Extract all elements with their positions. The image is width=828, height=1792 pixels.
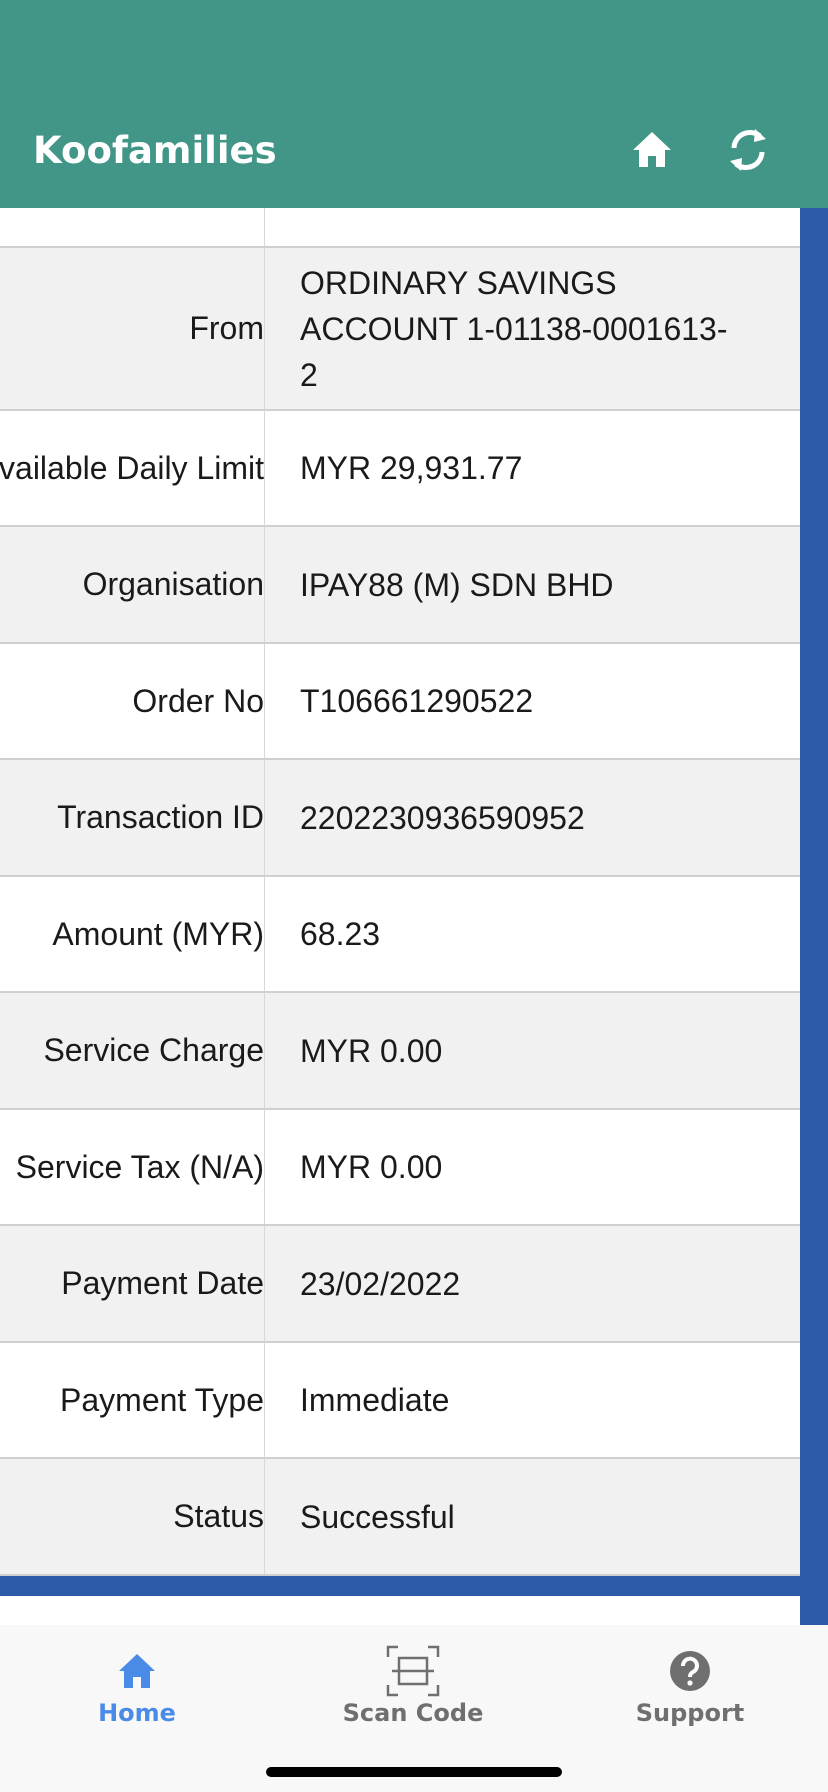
row-value: 23/02/2022 (300, 1265, 461, 1302)
row-value: Immediate (300, 1382, 450, 1418)
app-header: Koofamilies (0, 0, 828, 208)
row-value: MYR 0.00 (300, 1149, 443, 1185)
row-value: ORDINARY SAVINGS ACCOUNT 1-01138-0001613… (300, 264, 728, 393)
table-row: Transaction ID 2202230936590952 (0, 760, 800, 877)
home-button[interactable] (626, 124, 678, 176)
tab-support[interactable]: Support (590, 1643, 790, 1743)
row-label: Service Tax (N/A) (15, 1148, 264, 1185)
table-row: Organisation IPAY88 (M) SDN BHD (0, 527, 800, 644)
tab-scan-code-label: Scan Code (342, 1699, 484, 1727)
table-row: Service Tax (N/A) MYR 0.00 (0, 1110, 800, 1226)
table-row: Service Charge MYR 0.00 (0, 993, 800, 1110)
table-row: Payment Date 23/02/2022 (0, 1226, 800, 1343)
table-row: Status Successful (0, 1459, 800, 1576)
table-row: Available Daily Limit MYR 29,931.77 (0, 411, 800, 527)
row-label: From (189, 310, 264, 346)
bottom-tab-bar: Home Scan Code Support (0, 1625, 828, 1792)
tab-home-label: Home (98, 1699, 176, 1727)
card-bottom-border (0, 1576, 800, 1596)
row-label: Service Charge (43, 1032, 264, 1068)
table-row: Payment Type Immediate (0, 1343, 800, 1459)
row-value: MYR 29,931.77 (300, 450, 523, 486)
row-value: IPAY88 (M) SDN BHD (300, 566, 614, 603)
transaction-details[interactable]: From ORDINARY SAVINGS ACCOUNT 1-01138-00… (0, 208, 828, 1625)
row-value: 2202230936590952 (300, 799, 585, 836)
table-row (0, 208, 800, 248)
row-label: Amount (MYR) (52, 915, 264, 952)
row-value: 68.23 (300, 916, 381, 952)
tab-scan-code[interactable]: Scan Code (313, 1643, 513, 1743)
home-icon (119, 1654, 155, 1688)
row-label: Order No (132, 682, 264, 719)
table-row: Order No T106661290522 (0, 644, 800, 760)
help-circle-icon (670, 1651, 710, 1691)
tab-home[interactable]: Home (37, 1643, 237, 1743)
row-label: Payment Date (61, 1265, 264, 1301)
app-title: Koofamilies (33, 129, 277, 172)
table-row: Amount (MYR) 68.23 (0, 877, 800, 993)
details-table: From ORDINARY SAVINGS ACCOUNT 1-01138-00… (0, 208, 800, 1576)
tab-support-label: Support (635, 1699, 745, 1727)
row-label: Status (173, 1498, 264, 1534)
row-label: Transaction ID (57, 799, 264, 835)
row-value: Successful (300, 1498, 455, 1535)
row-label: Available Daily Limit (0, 449, 264, 486)
card-right-border (800, 208, 828, 1625)
row-value: MYR 0.00 (300, 1032, 443, 1069)
home-icon (633, 132, 671, 167)
row-value (265, 208, 800, 246)
home-indicator (266, 1767, 562, 1777)
refresh-button[interactable] (722, 124, 774, 176)
refresh-icon (730, 129, 766, 171)
row-label: Organisation (82, 566, 264, 602)
scan-code-icon (386, 1645, 440, 1697)
row-value: T106661290522 (300, 683, 534, 719)
table-row: From ORDINARY SAVINGS ACCOUNT 1-01138-00… (0, 248, 800, 411)
row-label: Payment Type (60, 1381, 264, 1418)
